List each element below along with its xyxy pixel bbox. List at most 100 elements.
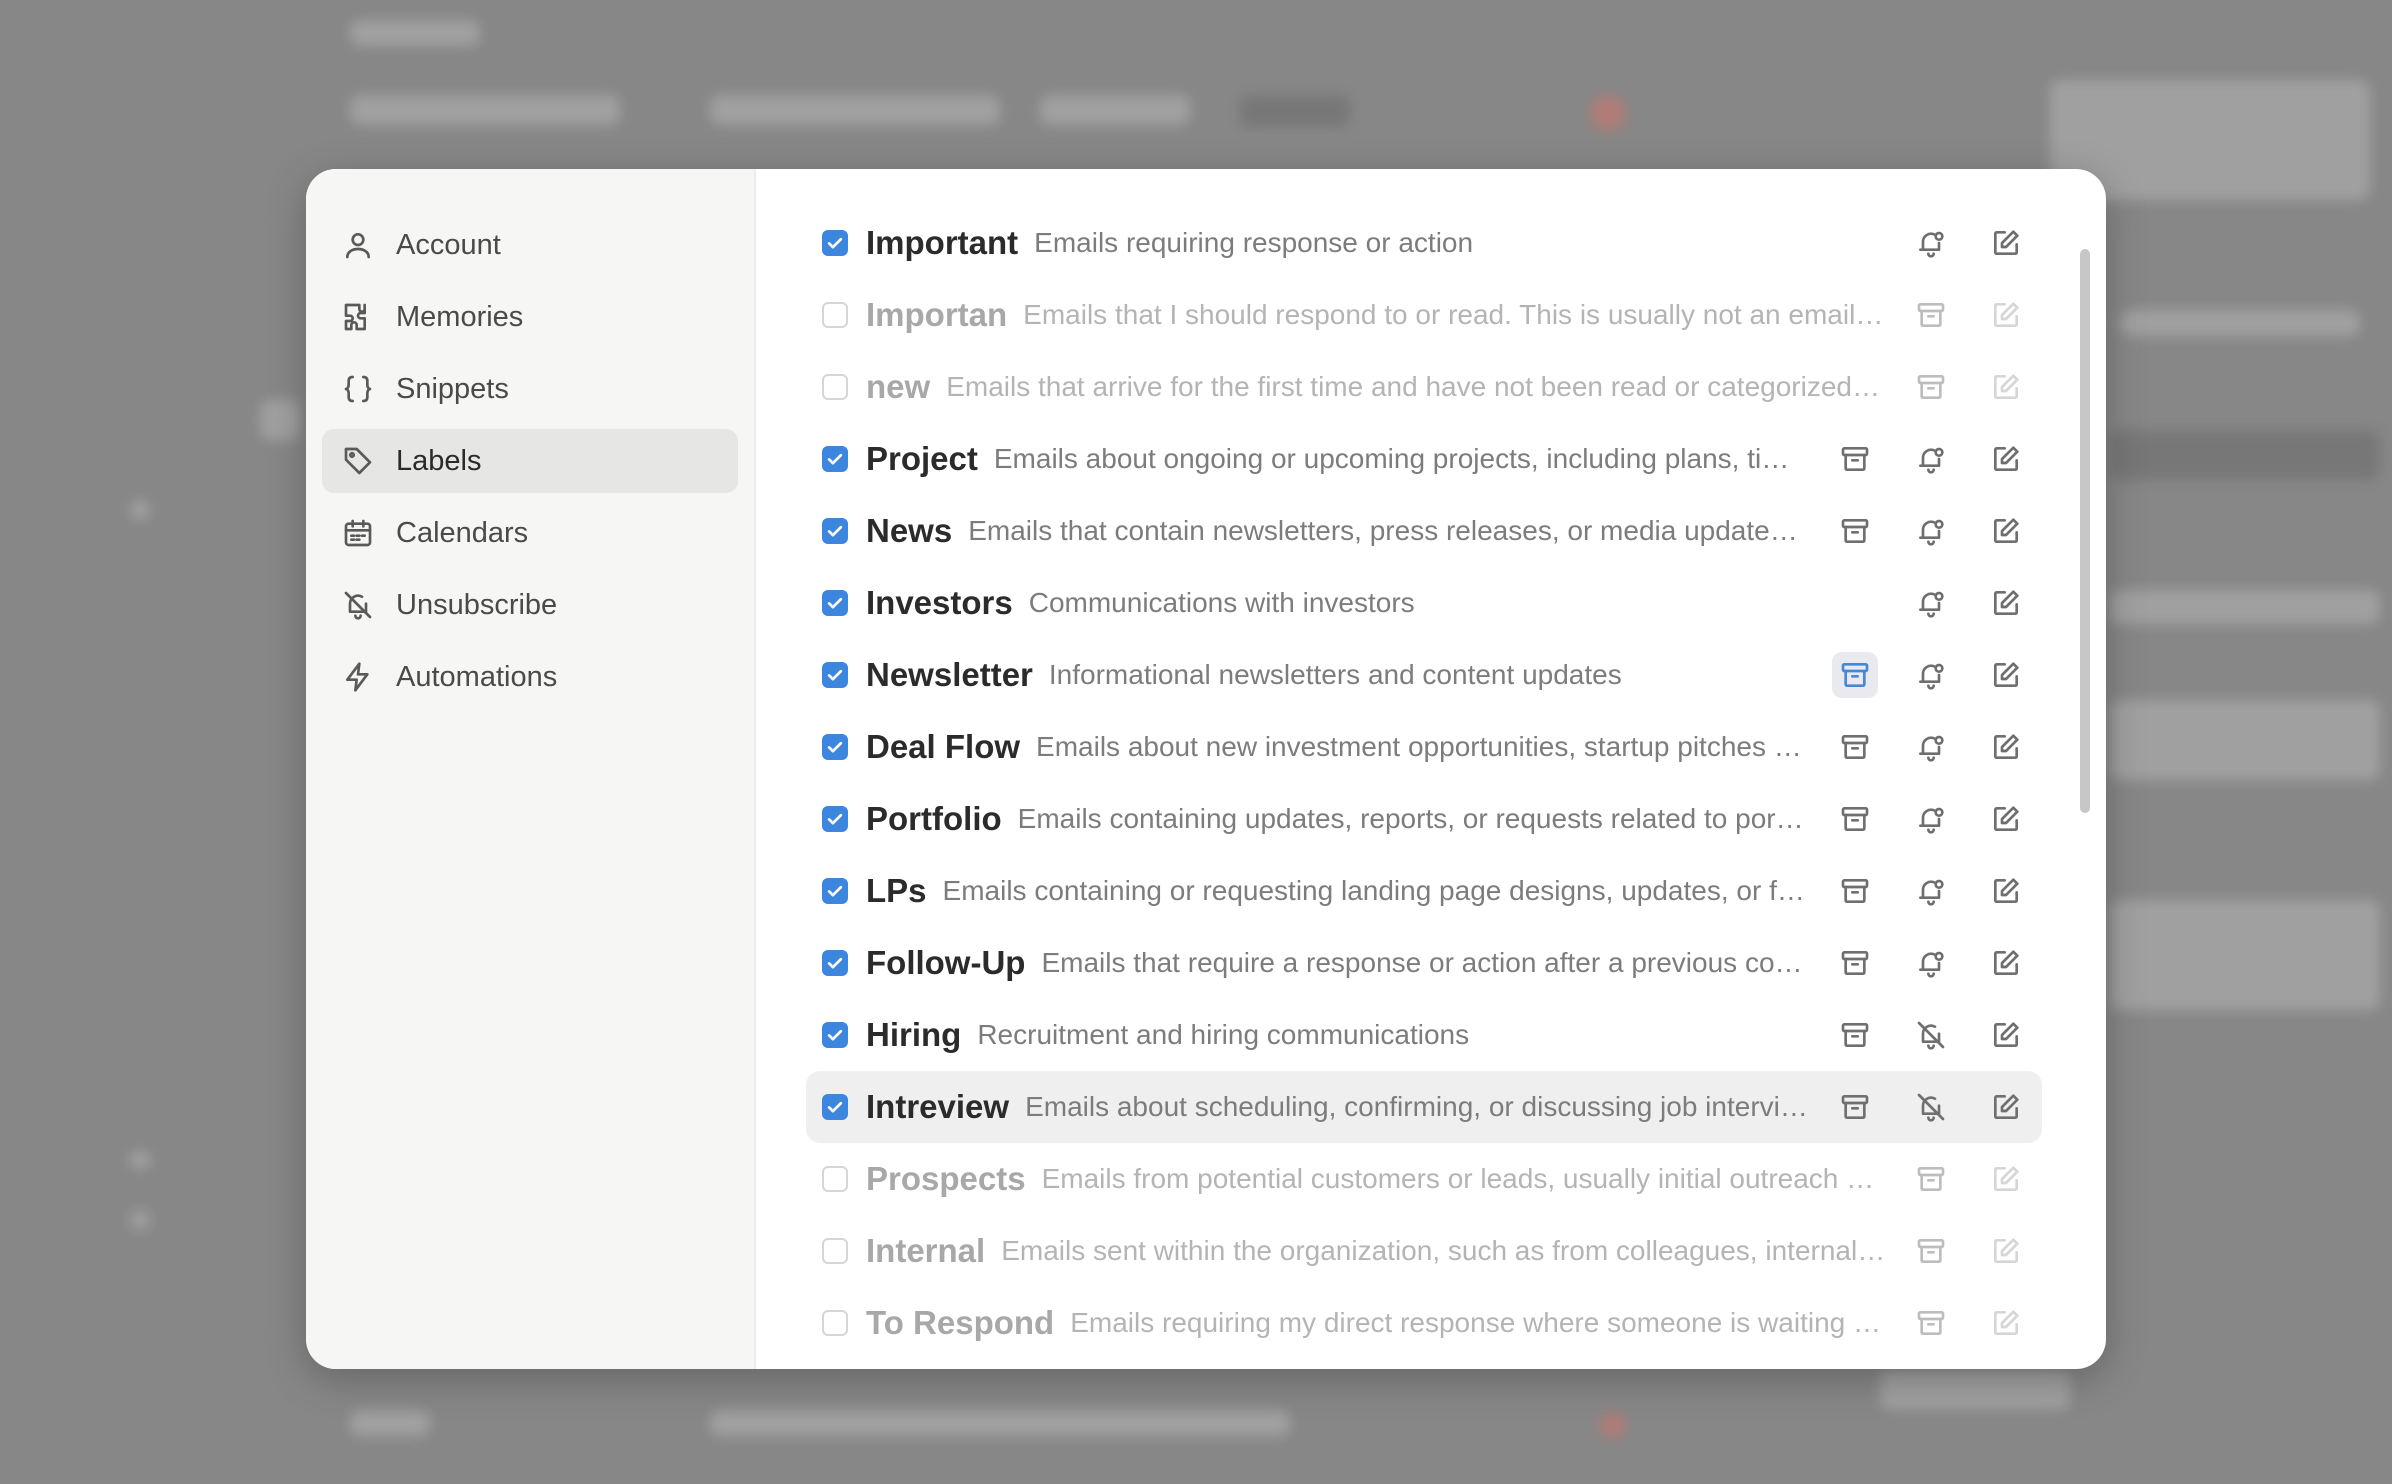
- edit-icon[interactable]: [1983, 940, 2029, 986]
- label-row[interactable]: News Emails that contain newsletters, pre…: [806, 495, 2042, 567]
- archive-icon[interactable]: [1832, 724, 1878, 770]
- label-actions: [1802, 1287, 2042, 1359]
- edit-icon[interactable]: [1983, 868, 2029, 914]
- bg-badge: [1590, 95, 1626, 131]
- bell-notification-icon[interactable]: [1908, 940, 1954, 986]
- label-name: Investors: [866, 584, 1013, 621]
- label-row[interactable]: Portfolio Emails containing updates, repo…: [806, 783, 2042, 855]
- bell-notification-icon[interactable]: [1908, 868, 1954, 914]
- label-checkbox[interactable]: [822, 1022, 848, 1048]
- label-checkbox[interactable]: [822, 806, 848, 832]
- label-checkbox[interactable]: [822, 446, 848, 472]
- sidebar-item-memories[interactable]: Memories: [322, 285, 738, 349]
- label-checkbox[interactable]: [822, 518, 848, 544]
- label-checkbox[interactable]: [822, 1238, 848, 1264]
- label-checkbox[interactable]: [822, 1310, 848, 1336]
- label-row[interactable]: Project Emails about ongoing or upcoming …: [806, 423, 2042, 495]
- edit-icon[interactable]: [1983, 796, 2029, 842]
- archive-icon[interactable]: [1832, 652, 1878, 698]
- archive-icon[interactable]: [1832, 508, 1878, 554]
- sidebar-item-label: Unsubscribe: [396, 588, 558, 621]
- edit-icon[interactable]: [1983, 1228, 2029, 1274]
- label-checkbox[interactable]: [822, 950, 848, 976]
- label-checkbox[interactable]: [822, 230, 848, 256]
- label-row[interactable]: Important Emails requiring response or ac…: [806, 207, 2042, 279]
- bell-notification-icon[interactable]: [1908, 724, 1954, 770]
- label-checkbox[interactable]: [822, 590, 848, 616]
- archive-icon[interactable]: [1908, 292, 1954, 338]
- archive-icon[interactable]: [1908, 1300, 1954, 1346]
- bell-notification-icon[interactable]: [1908, 436, 1954, 482]
- labels-panel: Important Emails requiring response or ac…: [756, 169, 2106, 1369]
- sidebar-item-account[interactable]: Account: [322, 213, 738, 277]
- archive-icon[interactable]: [1832, 940, 1878, 986]
- sidebar-item-unsubscribe[interactable]: Unsubscribe: [322, 573, 738, 637]
- edit-icon[interactable]: [1983, 220, 2029, 266]
- bell-notification-icon[interactable]: [1908, 796, 1954, 842]
- bell-off-icon[interactable]: [1908, 1012, 1954, 1058]
- archive-icon[interactable]: [1908, 1156, 1954, 1202]
- label-row[interactable]: Newsletter Informational newsletters and …: [806, 639, 2042, 711]
- edit-icon[interactable]: [1983, 436, 2029, 482]
- archive-icon[interactable]: [1908, 364, 1954, 410]
- scrollbar[interactable]: [2080, 249, 2090, 813]
- label-row[interactable]: Prospects Emails from potential customers…: [806, 1143, 2042, 1215]
- label-actions: [1802, 639, 2042, 711]
- label-checkbox[interactable]: [822, 878, 848, 904]
- edit-icon[interactable]: [1983, 1300, 2029, 1346]
- bell-off-icon[interactable]: [1908, 1084, 1954, 1130]
- edit-icon[interactable]: [1983, 292, 2029, 338]
- bg-line: [1880, 1370, 2070, 1410]
- bg-line: [350, 1410, 430, 1436]
- bg-icon: [130, 500, 150, 520]
- archive-icon[interactable]: [1832, 1012, 1878, 1058]
- label-actions: [1802, 783, 2042, 855]
- puzzle-icon: [340, 299, 376, 335]
- label-row[interactable]: Deal Flow Emails about new investment opp…: [806, 711, 2042, 783]
- label-name: Follow-Up: [866, 944, 1026, 981]
- label-checkbox[interactable]: [822, 1166, 848, 1192]
- bg-icon: [260, 400, 300, 440]
- bell-notification-icon[interactable]: [1908, 508, 1954, 554]
- label-row[interactable]: Internal Emails sent within the organizat…: [806, 1215, 2042, 1287]
- archive-icon[interactable]: [1832, 436, 1878, 482]
- sidebar-item-automations[interactable]: Automations: [322, 645, 738, 709]
- label-description: Emails sent within the organization, suc…: [1001, 1235, 1887, 1266]
- label-row[interactable]: Intreview Emails about scheduling, confir…: [806, 1071, 2042, 1143]
- edit-icon[interactable]: [1983, 1156, 2029, 1202]
- archive-icon[interactable]: [1832, 868, 1878, 914]
- label-row[interactable]: Hiring Recruitment and hiring communicati…: [806, 999, 2042, 1071]
- label-checkbox[interactable]: [822, 374, 848, 400]
- archive-icon[interactable]: [1832, 796, 1878, 842]
- sidebar-item-calendars[interactable]: Calendars: [322, 501, 738, 565]
- edit-icon[interactable]: [1983, 364, 2029, 410]
- label-checkbox[interactable]: [822, 734, 848, 760]
- edit-icon[interactable]: [1983, 1012, 2029, 1058]
- label-name: Portfolio: [866, 800, 1002, 837]
- label-checkbox[interactable]: [822, 1094, 848, 1120]
- label-row[interactable]: Follow-Up Emails that require a response …: [806, 927, 2042, 999]
- user-icon: [340, 227, 376, 263]
- edit-icon[interactable]: [1983, 580, 2029, 626]
- edit-icon[interactable]: [1983, 1084, 2029, 1130]
- bell-notification-icon[interactable]: [1908, 652, 1954, 698]
- edit-icon[interactable]: [1983, 508, 2029, 554]
- bell-notification-icon[interactable]: [1908, 220, 1954, 266]
- archive-icon[interactable]: [1908, 1228, 1954, 1274]
- archive-icon[interactable]: [1832, 1084, 1878, 1130]
- bg-line: [2120, 310, 2360, 336]
- label-description: Emails requiring my direct response wher…: [1070, 1307, 1887, 1338]
- label-row[interactable]: Investors Communications with investors: [806, 567, 2042, 639]
- label-row[interactable]: Importan Emails that I should respond to …: [806, 279, 2042, 351]
- edit-icon[interactable]: [1983, 724, 2029, 770]
- label-row[interactable]: new Emails that arrive for the first time…: [806, 351, 2042, 423]
- label-checkbox[interactable]: [822, 662, 848, 688]
- label-checkbox[interactable]: [822, 302, 848, 328]
- label-row[interactable]: To Respond Emails requiring my direct res…: [806, 1287, 2042, 1359]
- edit-icon[interactable]: [1983, 652, 2029, 698]
- bell-notification-icon[interactable]: [1908, 580, 1954, 626]
- label-description: Informational newsletters and content up…: [1048, 659, 1622, 690]
- sidebar-item-snippets[interactable]: Snippets: [322, 357, 738, 421]
- label-row[interactable]: LPs Emails containing or requesting landi…: [806, 855, 2042, 927]
- sidebar-item-labels[interactable]: Labels: [322, 429, 738, 493]
